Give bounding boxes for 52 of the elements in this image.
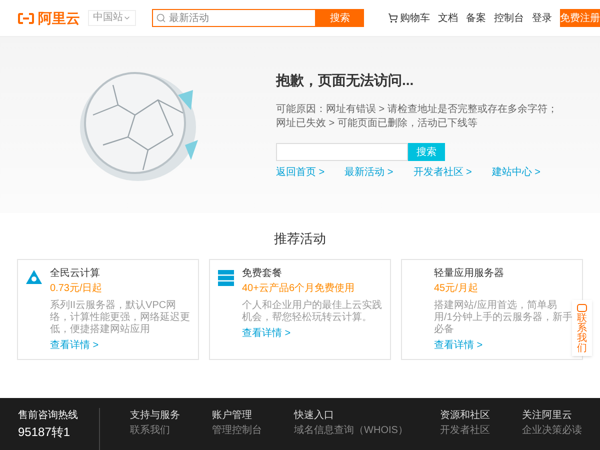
error-link[interactable]: 最新活动 >: [344, 165, 394, 180]
region-select[interactable]: 中国站: [88, 10, 136, 26]
details-link[interactable]: 查看详情 >: [50, 338, 190, 352]
cart-link[interactable]: 购物车: [388, 10, 430, 26]
details-link[interactable]: 查看详情 >: [434, 338, 574, 352]
logo-text: 阿里云: [38, 8, 80, 28]
card-description: 搭建网站/应用首选，简单易用/1分钟上手的云服务器，新手必备: [434, 300, 574, 336]
card-price: 45元/月起: [434, 282, 479, 296]
footer-column-title: 支持与服务: [130, 408, 180, 423]
card-title: 免费套餐: [242, 266, 283, 280]
footer-column-title: 关注阿里云: [522, 408, 573, 423]
details-link[interactable]: 查看详情 >: [242, 326, 382, 340]
contact-button[interactable]: 联系我们: [572, 300, 592, 356]
footer-column-title: 快速入口: [294, 408, 336, 423]
error-reason: 网址已失效 > 可能页面已删除，活动已下线等: [276, 117, 478, 131]
search-field[interactable]: 最新活动: [152, 9, 316, 27]
nav-link[interactable]: 备案: [466, 10, 486, 26]
nav-link[interactable]: 控制台: [494, 10, 524, 26]
section-title: 推荐活动: [274, 230, 326, 248]
error-search-field[interactable]: [276, 143, 408, 161]
hotline-number: 95187转1: [18, 424, 72, 441]
error-reason: 可能原因：网址有错误 > 请检查地址是否完整或存在多余字符；: [276, 103, 558, 117]
server-icon: [218, 270, 234, 286]
footer-column-title: 资源和社区: [440, 408, 490, 423]
chevron-icon: [123, 14, 131, 22]
hotline-title: 售前咨询热线: [18, 408, 79, 423]
card-price: 40+云产品6个月免费使用: [242, 282, 356, 296]
cart-icon: [388, 13, 398, 23]
nav-link[interactable]: 文档: [438, 10, 458, 26]
triangle-icon: [26, 270, 42, 284]
card-description: 个人和企业用户的最佳上云实践机会，帮您轻松玩转云计算。: [242, 300, 382, 324]
card-price: 0.73元/日起: [50, 282, 104, 296]
error-link[interactable]: 返回首页 >: [276, 165, 325, 180]
footer-link[interactable]: 企业决策必读: [522, 423, 582, 438]
card-title: 轻量应用服务器: [434, 266, 505, 280]
card-description: 系列II云服务器，默认VPC网络，计算性能更强，网络延迟更低，便捷搭建网站应用: [50, 300, 190, 336]
footer-link[interactable]: 域名信息查询（WHOIS）: [294, 423, 408, 438]
search-icon: [156, 13, 166, 23]
chat-icon: [577, 304, 587, 312]
logo-icon: [18, 12, 34, 24]
error-link[interactable]: 开发者社区 >: [413, 165, 472, 180]
error-link[interactable]: 建站中心 >: [492, 165, 540, 180]
card-title: 全民云计算: [50, 266, 101, 280]
footer-column-title: 账户管理: [212, 408, 254, 423]
footer-link[interactable]: 联系我们: [130, 423, 180, 438]
error-title: 抱歉，页面无法访问...: [276, 71, 415, 90]
search-button[interactable]: 搜索: [316, 9, 364, 27]
footer-link[interactable]: 开发者社区: [440, 423, 490, 438]
nav-link[interactable]: 登录: [532, 10, 552, 26]
footer-link[interactable]: 管理控制台: [212, 423, 262, 438]
error-search-button[interactable]: 搜索: [408, 143, 445, 161]
register-button[interactable]: 免费注册: [560, 9, 600, 27]
